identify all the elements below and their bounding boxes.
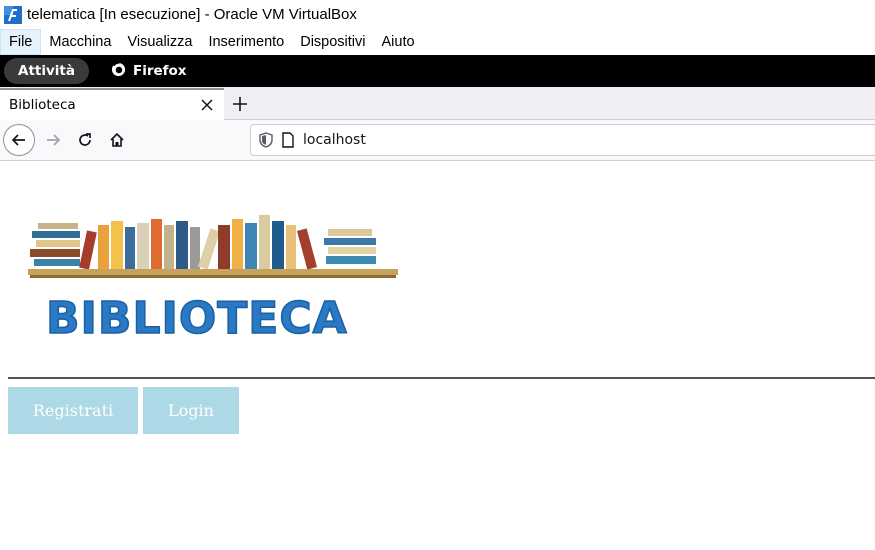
home-icon: [110, 132, 124, 147]
home-button[interactable]: [101, 124, 133, 156]
activities-label: Attività: [18, 63, 75, 79]
biblioteca-logo: BIBLIOTECA: [18, 201, 408, 351]
login-button[interactable]: Login: [143, 387, 239, 434]
menu-aiuto[interactable]: Aiuto: [374, 29, 423, 55]
activities-button[interactable]: Attività: [4, 58, 89, 84]
page-content: BIBLIOTECA Registrati Login: [0, 161, 875, 550]
reload-icon: [79, 133, 91, 146]
tab-strip: Biblioteca: [0, 87, 875, 120]
arrow-left-icon: [11, 134, 25, 146]
firefox-icon: [111, 61, 126, 81]
vbox-menubar: File Macchina Visualizza Inserimento Dis…: [0, 29, 875, 55]
window-titlebar: telematica [In esecuzione] - Oracle VM V…: [0, 0, 875, 29]
menu-file[interactable]: File: [0, 29, 42, 55]
back-button[interactable]: [3, 124, 35, 156]
arrow-right-icon: [47, 134, 61, 146]
menu-dispositivi[interactable]: Dispositivi: [292, 29, 373, 55]
menu-inserimento[interactable]: Inserimento: [200, 29, 292, 55]
app-name: Firefox: [132, 63, 187, 79]
new-tab-icon[interactable]: [231, 95, 249, 113]
shield-icon[interactable]: [259, 132, 273, 148]
forward-button[interactable]: [37, 124, 69, 156]
menu-visualizza[interactable]: Visualizza: [119, 29, 200, 55]
gnome-top-bar: Attività Firefox: [0, 55, 875, 87]
url-text[interactable]: localhost: [303, 132, 366, 148]
page-icon[interactable]: [281, 132, 295, 148]
tab-title: Biblioteca: [9, 97, 76, 113]
url-bar[interactable]: localhost: [250, 124, 875, 156]
tab-biblioteca[interactable]: Biblioteca: [0, 88, 224, 120]
window-title: telematica [In esecuzione] - Oracle VM V…: [27, 6, 357, 23]
virtualbox-icon: [3, 5, 23, 25]
menu-macchina[interactable]: Macchina: [41, 29, 119, 55]
divider: [8, 377, 875, 379]
register-button[interactable]: Registrati: [8, 387, 138, 434]
close-tab-icon[interactable]: [198, 96, 216, 114]
reload-button[interactable]: [69, 124, 101, 156]
navigation-toolbar: localhost: [0, 120, 875, 161]
logo-text: BIBLIOTECA: [45, 292, 348, 345]
app-menu-firefox[interactable]: Firefox: [111, 61, 187, 81]
